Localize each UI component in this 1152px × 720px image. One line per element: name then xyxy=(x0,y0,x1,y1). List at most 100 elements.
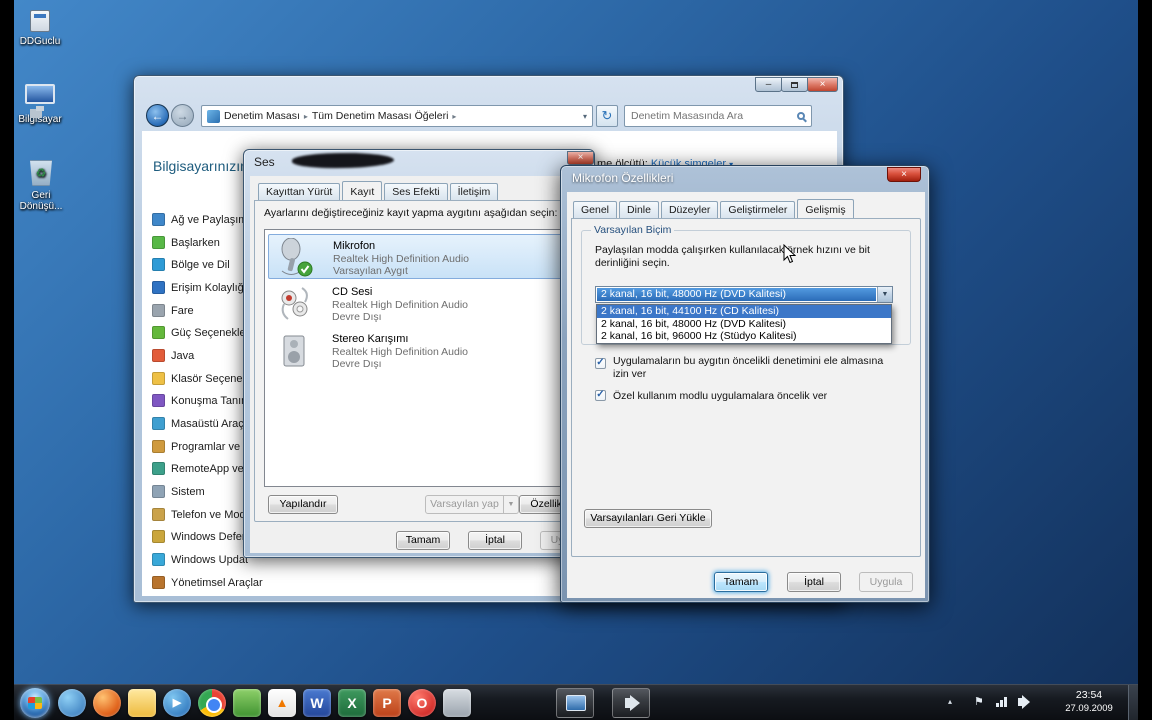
page-title: Bilgisayarınızın xyxy=(153,158,248,174)
search-input[interactable] xyxy=(631,110,797,122)
breadcrumb-root[interactable]: Denetim Masası xyxy=(224,110,300,122)
set-default-split-button[interactable]: Varsayılan yap ▼ xyxy=(425,495,519,514)
vlc-icon[interactable]: ▲ xyxy=(268,689,296,717)
cp-item-label: Programlar ve xyxy=(171,440,241,453)
tab-general[interactable]: Genel xyxy=(573,201,618,218)
device-status: Devre Dışı xyxy=(332,311,382,323)
dropdown-option[interactable]: 2 kanal, 16 bit, 44100 Hz (CD Kalitesi) xyxy=(597,305,891,318)
format-combobox[interactable]: 2 kanal, 16 bit, 48000 Hz (DVD Kalitesi)… xyxy=(595,286,893,303)
priority-checkbox[interactable]: ✓ xyxy=(595,390,606,401)
configure-button[interactable]: Yapılandır xyxy=(268,495,338,514)
device-detail: Realtek High Definition Audio xyxy=(332,299,468,311)
tab-sound-effects[interactable]: Ses Efekti xyxy=(384,183,448,200)
green-app-icon[interactable] xyxy=(233,689,261,717)
cp-item-programs[interactable]: Programlar ve xyxy=(152,440,240,453)
tab-playback[interactable]: Kayıttan Yürüt xyxy=(258,183,341,200)
exclusive-control-checkbox[interactable]: ✓ xyxy=(595,358,606,369)
desktop-icon-bilgisayar[interactable]: Bilgisayar xyxy=(8,84,72,125)
action-center-flag-icon[interactable]: ⚑ xyxy=(974,695,984,708)
region-language-icon xyxy=(152,258,165,271)
cp-item-network[interactable]: Ağ ve Paylaşım xyxy=(152,213,247,226)
tab-enhancements[interactable]: Geliştirmeler xyxy=(720,201,796,218)
messenger-icon[interactable] xyxy=(58,689,86,717)
taskbar-open-window-sound[interactable] xyxy=(612,688,650,718)
start-button[interactable] xyxy=(20,688,50,718)
volume-tray-icon[interactable] xyxy=(1018,695,1030,709)
cp-item-label: Windows Updat xyxy=(171,553,249,566)
tab-levels[interactable]: Düzeyler xyxy=(660,201,719,218)
desktop-icon-recycle-bin[interactable]: Geri Dönüşü... xyxy=(8,160,74,212)
address-bar[interactable]: Denetim Masası ▸ Tüm Denetim Masası Öğel… xyxy=(201,105,593,127)
close-button[interactable]: × xyxy=(807,77,838,92)
app-shortcut-icon xyxy=(30,10,50,32)
cp-item-remoteapp[interactable]: RemoteApp ve xyxy=(152,462,244,475)
mouse-icon xyxy=(152,304,165,317)
breadcrumb-separator-icon: ▸ xyxy=(452,111,457,121)
device-row-microphone[interactable]: Mikrofon Realtek High Definition Audio V… xyxy=(268,234,572,279)
explorer-folder-icon[interactable] xyxy=(128,689,156,717)
cp-item-phone-modem[interactable]: Telefon ve Mod xyxy=(152,508,246,521)
close-button[interactable]: × xyxy=(567,151,594,165)
cp-item-update[interactable]: Windows Updat xyxy=(152,553,248,566)
device-status: Varsayılan Aygıt xyxy=(333,265,408,277)
gray-app-icon[interactable] xyxy=(443,689,471,717)
ok-button[interactable]: Tamam xyxy=(396,531,450,550)
tray-expand-icon[interactable]: ▴ xyxy=(948,697,952,706)
cp-item-speech[interactable]: Konuşma Tanıma xyxy=(152,394,256,407)
tab-advanced[interactable]: Gelişmiş xyxy=(797,199,854,218)
powerpoint-icon[interactable]: P xyxy=(373,689,401,717)
close-button[interactable]: × xyxy=(887,167,921,182)
cp-item-ease-of-access[interactable]: Erişim Kolaylığı xyxy=(152,281,247,294)
cp-item-region[interactable]: Bölge ve Dil xyxy=(152,258,230,271)
cp-item-label: Java xyxy=(171,349,195,362)
search-box[interactable] xyxy=(624,105,812,127)
taskbar-clock[interactable]: 23:54 27.09.2009 xyxy=(1056,689,1122,715)
media-player-icon[interactable]: ▶ xyxy=(163,689,191,717)
restore-defaults-button[interactable]: Varsayılanları Geri Yükle xyxy=(584,509,712,528)
tab-recording[interactable]: Kayıt xyxy=(342,181,383,200)
minimize-button[interactable]: – xyxy=(755,77,782,92)
cp-item-mouse[interactable]: Fare xyxy=(152,304,194,317)
tab-listen[interactable]: Dinle xyxy=(619,201,659,218)
search-icon xyxy=(797,112,805,120)
refresh-button[interactable]: ↻ xyxy=(596,105,618,127)
breadcrumb-page[interactable]: Tüm Denetim Masası Öğeleri xyxy=(312,110,449,122)
device-list[interactable]: Mikrofon Realtek High Definition Audio V… xyxy=(264,229,576,487)
device-row-stereo-mix[interactable]: Stereo Karışımı Realtek High Definition … xyxy=(268,328,572,373)
network-tray-icon[interactable] xyxy=(996,697,1008,707)
dialog-title: Mikrofon Özellikleri xyxy=(572,171,674,185)
maximize-button[interactable] xyxy=(781,77,808,92)
dropdown-option[interactable]: 2 kanal, 16 bit, 96000 Hz (Stüdyo Kalite… xyxy=(597,330,891,343)
cp-item-getting-started[interactable]: Başlarken xyxy=(152,236,220,249)
cp-item-defender[interactable]: Windows Defen xyxy=(152,530,248,543)
cancel-button[interactable]: İptal xyxy=(468,531,522,550)
taskbar-open-window-control-panel[interactable] xyxy=(556,688,594,718)
tab-communications[interactable]: İletişim xyxy=(449,183,499,200)
apply-button[interactable]: Uygula xyxy=(859,572,913,592)
combobox-arrow-icon[interactable]: ▼ xyxy=(877,287,892,302)
desktop-icon-ddguclu[interactable]: DDGuclu xyxy=(8,10,72,47)
cancel-button[interactable]: İptal xyxy=(787,572,841,592)
tab-strip: Kayıttan Yürüt Kayıt Ses Efekti İletişim xyxy=(258,181,500,200)
device-row-cd-audio[interactable]: CD Sesi Realtek High Definition Audio De… xyxy=(268,281,572,326)
dropdown-option[interactable]: 2 kanal, 16 bit, 48000 Hz (DVD Kalitesi) xyxy=(597,318,891,331)
cp-item-power[interactable]: Güç Seçenekleri xyxy=(152,326,252,339)
chrome-icon[interactable] xyxy=(198,689,226,717)
opera-icon[interactable]: O xyxy=(408,689,436,717)
firefox-icon[interactable] xyxy=(93,689,121,717)
set-default-button[interactable]: Varsayılan yap xyxy=(425,495,504,514)
word-icon[interactable]: W xyxy=(303,689,331,717)
set-default-dropdown-icon[interactable]: ▼ xyxy=(504,495,519,514)
ok-button[interactable]: Tamam xyxy=(714,572,768,592)
windows-flag-icon xyxy=(28,697,42,709)
address-dropdown-icon[interactable]: ▾ xyxy=(583,112,587,121)
cp-item-admin-tools[interactable]: Yönetimsel Araçlar xyxy=(152,576,263,589)
show-desktop-button[interactable] xyxy=(1128,685,1138,720)
excel-icon[interactable]: X xyxy=(338,689,366,717)
cp-item-system[interactable]: Sistem xyxy=(152,485,205,498)
format-dropdown-list[interactable]: 2 kanal, 16 bit, 44100 Hz (CD Kalitesi) … xyxy=(596,304,892,344)
forward-button[interactable]: → xyxy=(171,104,194,127)
back-button[interactable]: ← xyxy=(146,104,169,127)
icon-glyph: P xyxy=(382,695,392,711)
cp-item-java[interactable]: Java xyxy=(152,349,194,362)
